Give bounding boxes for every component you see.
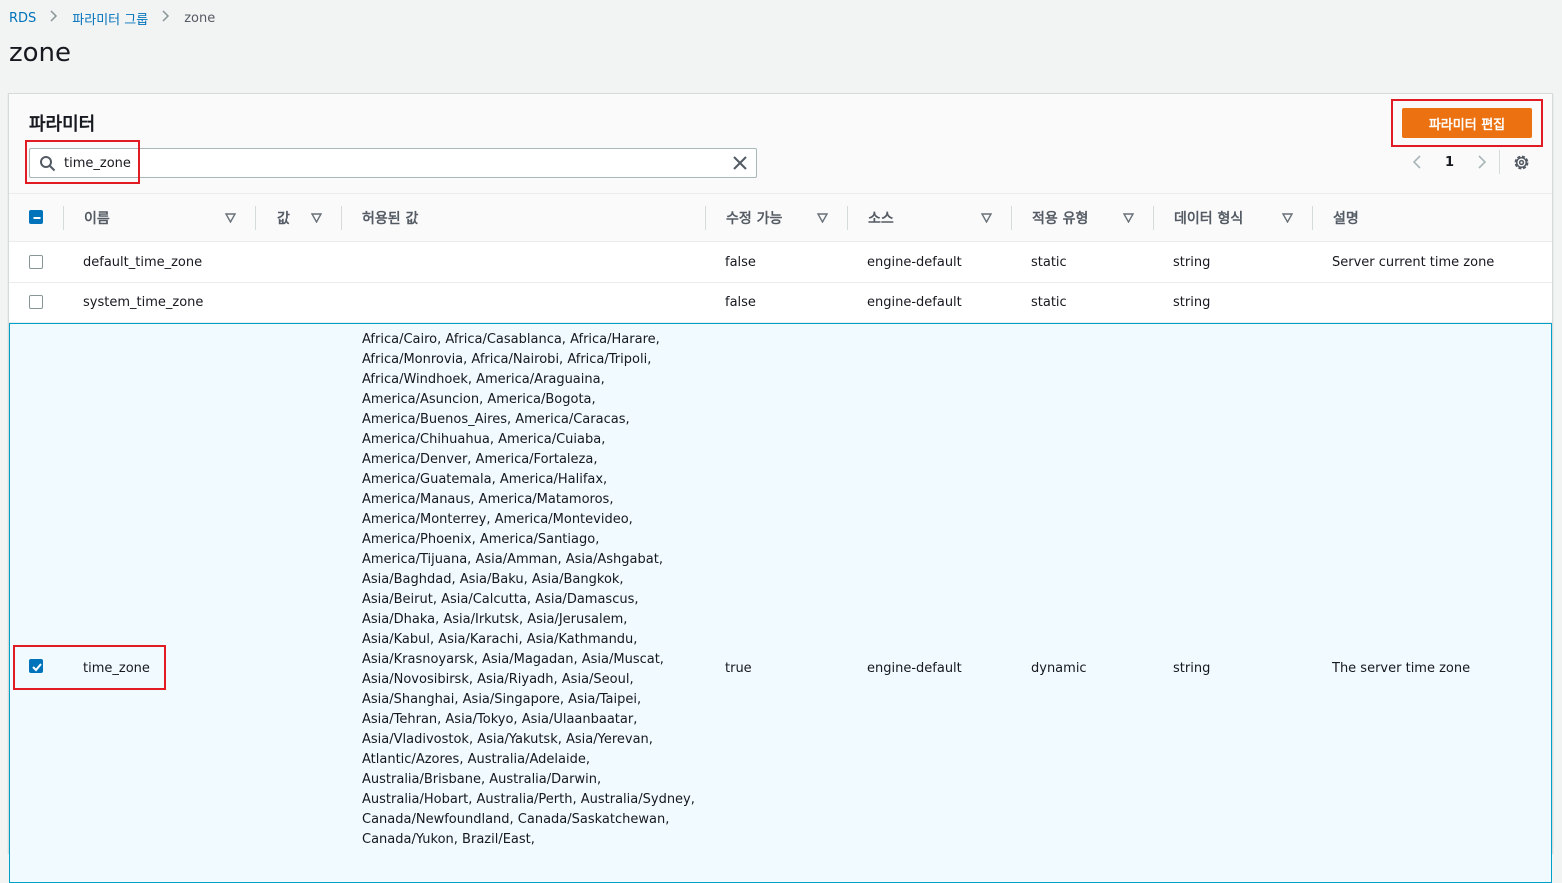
column-header-name[interactable]: 이름 [84,194,110,242]
column-header-source[interactable]: 소스 [868,194,894,242]
table-header: 이름 값 허용된 값 수정 가능 소스 적용 유형 데이터 형식 설명 [9,194,1552,242]
column-divider [255,206,256,230]
column-divider [1153,206,1154,230]
cell-data-type: string [1173,295,1211,310]
search-box [29,148,757,178]
column-divider [341,206,342,230]
panel-header: 파라미터 파라미터 편집 1 [9,94,1552,194]
breadcrumb-rds-link[interactable]: RDS [9,11,36,26]
page-number[interactable]: 1 [1445,155,1454,170]
table-row-selected[interactable]: time_zone Africa/Cairo, Africa/Casablanc… [9,323,1552,883]
chevron-left-icon[interactable] [1409,154,1425,170]
row-checkbox[interactable] [29,255,43,269]
cell-name: system_time_zone [83,295,204,310]
chevron-right-icon[interactable] [1474,154,1490,170]
column-header-allowed-values: 허용된 값 [362,211,419,227]
edit-parameters-button[interactable]: 파라미터 편집 [1402,108,1532,138]
divider [1499,150,1500,174]
column-divider [1011,206,1012,230]
column-divider [705,206,706,230]
cell-source: engine-default [867,255,962,270]
column-header-data-type[interactable]: 데이터 형식 [1174,194,1243,242]
panel-title: 파라미터 [29,114,96,135]
breadcrumb: RDS 파라미터 그룹 zone [9,8,215,28]
cell-apply-type: static [1031,295,1067,310]
column-divider [847,206,848,230]
column-divider [63,206,64,230]
chevron-right-icon [50,10,58,26]
page-title: zone [9,38,72,68]
close-icon[interactable] [732,155,748,171]
breadcrumb-parameter-groups-link[interactable]: 파라미터 그룹 [72,9,148,28]
chevron-right-icon [162,10,170,26]
cell-allowed-values: Africa/Cairo, Africa/Casablanca, Africa/… [362,332,695,847]
parameters-panel: 파라미터 파라미터 편집 1 [8,93,1553,883]
table-row[interactable]: system_time_zone false engine-default st… [9,283,1552,323]
select-all-checkbox[interactable] [29,210,43,224]
breadcrumb-current: zone [184,10,216,26]
sort-down-icon[interactable] [1123,213,1134,223]
cell-description: Server current time zone [1332,255,1495,270]
cell-data-type: string [1173,661,1211,676]
cell-modifiable: false [725,255,756,270]
column-header-modifiable[interactable]: 수정 가능 [726,194,782,242]
column-header-value[interactable]: 값 [277,194,290,242]
search-icon [40,156,56,172]
sort-down-icon[interactable] [225,213,236,223]
row-checkbox[interactable] [29,659,43,673]
column-header-apply-type[interactable]: 적용 유형 [1032,194,1088,242]
cell-name: time_zone [83,661,150,676]
cell-apply-type: dynamic [1031,661,1087,676]
sort-down-icon[interactable] [981,213,992,223]
table-row[interactable]: default_time_zone false engine-default s… [9,243,1552,283]
cell-description: The server time zone [1332,661,1471,676]
cell-modifiable: true [725,661,752,676]
pagination: 1 [1409,150,1490,174]
cell-source: engine-default [867,295,962,310]
row-checkbox[interactable] [29,295,43,309]
sort-down-icon[interactable] [1282,213,1293,223]
cell-source: engine-default [867,661,962,676]
column-divider [1312,206,1313,230]
search-input[interactable] [64,152,714,174]
sort-down-icon[interactable] [817,213,828,223]
cell-name: default_time_zone [83,255,203,270]
gear-icon[interactable] [1512,153,1531,172]
sort-down-icon[interactable] [311,213,322,223]
cell-data-type: string [1173,255,1211,270]
cell-apply-type: static [1031,255,1067,270]
column-header-description: 설명 [1333,211,1359,227]
cell-modifiable: false [725,295,756,310]
